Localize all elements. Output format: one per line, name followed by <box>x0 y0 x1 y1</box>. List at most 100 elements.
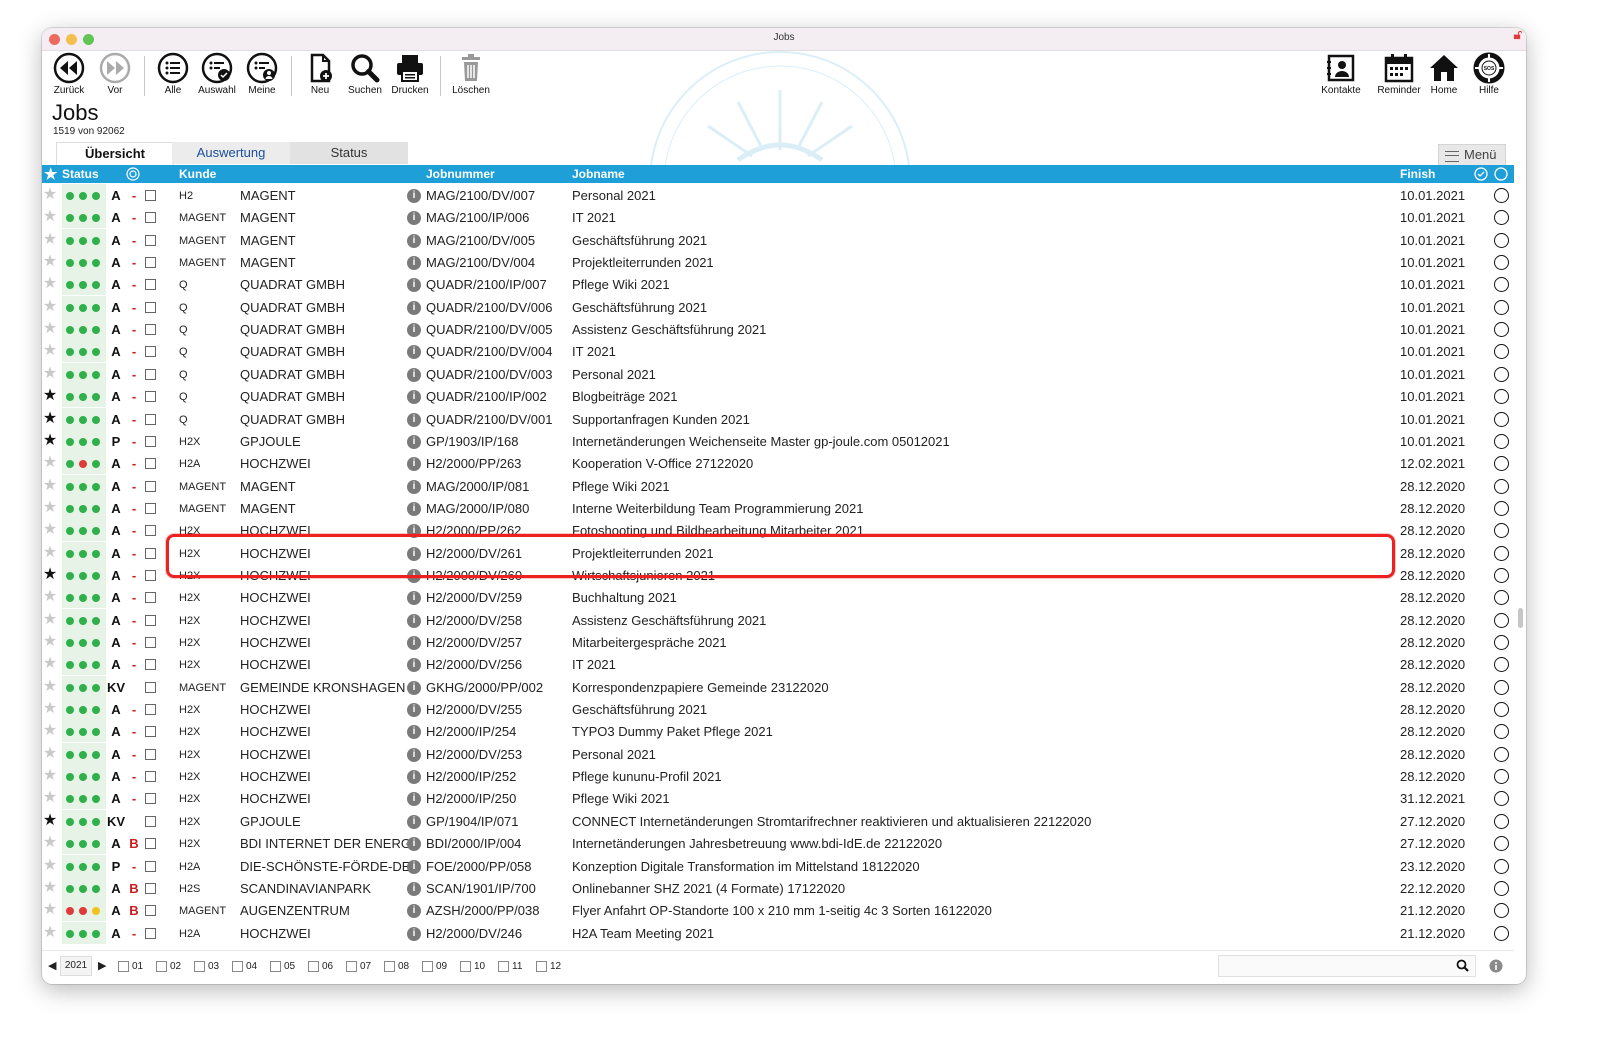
row-checkbox[interactable] <box>145 324 156 336</box>
job-name[interactable]: IT 2021 <box>572 657 1412 672</box>
circle-all-icon[interactable] <box>1494 167 1508 181</box>
row-checkbox[interactable] <box>145 726 156 738</box>
job-number[interactable]: H2/2000/PP/263 <box>426 456 576 471</box>
job-name[interactable]: Internetänderungen Weichenseite Master g… <box>572 434 1412 449</box>
table-row[interactable]: ★ P - H2A DIE-SCHÖNSTE-FÖRDE-DE i FOE/2000/PP/… <box>42 854 1514 877</box>
info-icon[interactable]: i <box>407 367 421 382</box>
favorite-star-icon[interactable]: ★ <box>42 722 58 740</box>
done-toggle[interactable] <box>1494 299 1509 315</box>
scrollbar-thumb[interactable] <box>1518 608 1523 628</box>
menu-button[interactable]: Menü <box>1438 144 1506 166</box>
month-checkbox[interactable] <box>308 961 319 972</box>
job-number[interactable]: H2/2000/DV/256 <box>426 657 576 672</box>
favorite-star-icon[interactable]: ★ <box>42 633 58 651</box>
favorite-star-icon[interactable]: ★ <box>42 186 58 204</box>
column-jobnummer[interactable]: Jobnummer <box>426 167 495 181</box>
month-checkbox[interactable] <box>118 961 129 972</box>
done-toggle[interactable] <box>1494 903 1509 919</box>
row-checkbox[interactable] <box>145 525 156 537</box>
done-toggle[interactable] <box>1494 366 1509 382</box>
table-row[interactable]: ★ A - MAGENT MAGENT i MAG/2000/IP/081 Pflege Wi… <box>42 474 1514 497</box>
info-icon[interactable]: i <box>407 658 421 673</box>
done-toggle[interactable] <box>1494 389 1509 405</box>
info-icon[interactable]: i <box>407 233 421 248</box>
job-name[interactable]: Interne Weiterbildung Team Programmierun… <box>572 501 1412 516</box>
job-number[interactable]: QUADR/2100/DV/006 <box>426 300 576 315</box>
table-row[interactable]: ★ A - MAGENT MAGENT i MAG/2100/IP/006 IT 2021 10… <box>42 206 1514 229</box>
month-checkbox[interactable] <box>536 961 547 972</box>
job-number[interactable]: MAG/2000/IP/080 <box>426 501 576 516</box>
table-row[interactable]: ★ A - Q QUADRAT GMBH i QUADR/2100/IP/002 Blogbe… <box>42 385 1514 408</box>
done-toggle[interactable] <box>1494 746 1509 762</box>
job-name[interactable]: Buchhaltung 2021 <box>572 590 1412 605</box>
done-toggle[interactable] <box>1494 478 1509 494</box>
done-toggle[interactable] <box>1494 880 1509 896</box>
favorite-star-icon[interactable]: ★ <box>42 544 58 562</box>
info-icon[interactable]: i <box>407 725 421 740</box>
info-icon[interactable]: i <box>407 747 421 762</box>
info-icon[interactable]: i <box>407 680 421 695</box>
job-name[interactable]: Assistenz Geschäftsführung 2021 <box>572 613 1412 628</box>
job-number[interactable]: H2/2000/DV/255 <box>426 702 576 717</box>
favorite-star-icon[interactable]: ★ <box>42 745 58 763</box>
job-name[interactable]: Flyer Anfahrt OP-Standorte 100 x 210 mm … <box>572 903 1412 918</box>
info-icon[interactable]: i <box>407 792 421 807</box>
table-row[interactable]: ★ A - H2A HOCHZWEI i H2/2000/PP/263 Kooperation… <box>42 452 1514 475</box>
job-name[interactable]: Konzeption Digitale Transformation im Mi… <box>572 859 1412 874</box>
job-name[interactable]: Geschäftsführung 2021 <box>572 702 1412 717</box>
favorite-star-icon[interactable]: ★ <box>42 298 58 316</box>
favorite-star-icon[interactable]: ★ <box>42 432 58 450</box>
job-name[interactable]: Personal 2021 <box>572 747 1412 762</box>
row-checkbox[interactable] <box>145 882 156 894</box>
month-checkbox[interactable] <box>156 961 167 972</box>
favorite-star-icon[interactable]: ★ <box>42 834 58 852</box>
job-name[interactable]: Personal 2021 <box>572 188 1412 203</box>
favorite-star-icon[interactable]: ★ <box>42 924 58 942</box>
done-toggle[interactable] <box>1494 724 1509 740</box>
column-jobname[interactable]: Jobname <box>572 167 625 181</box>
job-name[interactable]: Pflege Wiki 2021 <box>572 791 1412 806</box>
info-icon[interactable]: i <box>407 189 421 203</box>
favorite-star-icon[interactable]: ★ <box>42 320 58 338</box>
row-checkbox[interactable] <box>145 771 156 783</box>
done-toggle[interactable] <box>1494 635 1509 650</box>
favorite-star-icon[interactable]: ★ <box>42 477 58 495</box>
info-icon[interactable]: i <box>407 703 421 718</box>
done-toggle[interactable] <box>1494 702 1509 718</box>
table-row[interactable]: ★ A B H2X BDI INTERNET DER ENERGIE i BDI/2000/… <box>42 832 1514 855</box>
done-toggle[interactable] <box>1494 322 1509 338</box>
table-row[interactable]: ★ A - Q QUADRAT GMBH i QUADR/2100/DV/001 Suppor… <box>42 407 1514 430</box>
info-icon[interactable]: i <box>407 412 421 427</box>
new-button[interactable]: Neu <box>295 52 345 96</box>
job-name[interactable]: Geschäftsführung 2021 <box>572 300 1412 315</box>
previous-year-arrow-icon[interactable]: ◀ <box>48 959 56 972</box>
favorite-star-icon[interactable]: ★ <box>42 789 58 807</box>
table-row[interactable]: ★ A - H2X HOCHZWEI i H2/2000/DV/257 Mitarbeiter… <box>42 631 1514 653</box>
favorite-star-icon[interactable]: ★ <box>42 342 58 360</box>
month-checkbox[interactable] <box>460 961 471 972</box>
month-checkbox[interactable] <box>346 961 357 972</box>
done-toggle[interactable] <box>1494 344 1509 360</box>
job-number[interactable]: SCAN/1901/IP/700 <box>426 881 576 896</box>
info-icon[interactable]: i <box>407 501 421 516</box>
favorite-star-icon[interactable]: ★ <box>42 700 58 718</box>
column-kunde[interactable]: Kunde <box>179 167 216 181</box>
info-icon[interactable]: i <box>407 926 421 941</box>
favorite-star-icon[interactable]: ★ <box>42 879 58 897</box>
job-number[interactable]: H2/2000/DV/257 <box>426 635 576 650</box>
job-number[interactable]: MAG/2100/IP/006 <box>426 210 576 225</box>
table-row[interactable]: ★ A - Q QUADRAT GMBH i QUADR/2100/DV/004 IT 202… <box>42 340 1514 363</box>
job-number[interactable]: H2/2000/IP/252 <box>426 769 576 784</box>
table-row[interactable]: ★ A - H2X HOCHZWEI i H2/2000/DV/256 IT 2021 28.1… <box>42 653 1514 676</box>
done-toggle[interactable] <box>1494 277 1509 293</box>
table-row[interactable]: ★ KV MAGENT GEMEINDE KRONSHAGEN i GKHG/2000/P… <box>42 675 1514 698</box>
done-toggle[interactable] <box>1494 232 1509 248</box>
row-checkbox[interactable] <box>145 748 156 760</box>
favorite-star-icon[interactable]: ★ <box>42 410 58 428</box>
info-icon[interactable]: i <box>407 859 421 874</box>
job-number[interactable]: H2/2000/DV/253 <box>426 747 576 762</box>
done-toggle[interactable] <box>1494 858 1509 874</box>
favorite-star-icon[interactable]: ★ <box>42 208 58 226</box>
year-field[interactable]: 2021 <box>60 956 92 976</box>
job-number[interactable]: H2/2000/IP/250 <box>426 791 576 806</box>
